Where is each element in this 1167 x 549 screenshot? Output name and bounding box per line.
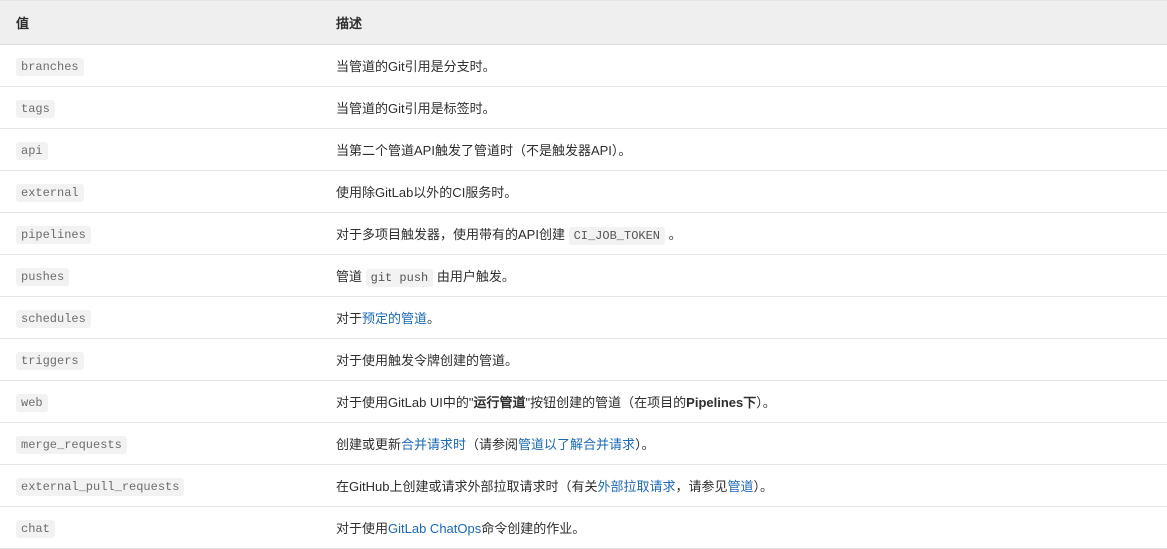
description-cell: 对于使用触发令牌创建的管道。 xyxy=(320,339,1167,381)
bold-text: 运行管道 xyxy=(474,395,526,410)
doc-link[interactable]: 预定的管道 xyxy=(362,311,427,326)
inline-code: git push xyxy=(366,269,434,287)
text-span: 当管道的Git引用是标签时。 xyxy=(336,101,496,116)
table-header-row: 值 描述 xyxy=(0,1,1167,45)
doc-link[interactable]: 管道以了解合并请求 xyxy=(518,437,635,452)
value-cell: external_pull_requests xyxy=(0,465,320,507)
text-span: 对于使用触发令牌创建的管道。 xyxy=(336,353,518,368)
text-span: 对于使用 xyxy=(336,521,388,536)
description-cell: 管道 git push 由用户触发。 xyxy=(320,255,1167,297)
value-code: tags xyxy=(16,100,55,118)
description-cell: 创建或更新合并请求时（请参阅管道以了解合并请求）。 xyxy=(320,423,1167,465)
value-code: external xyxy=(16,184,84,202)
description-cell: 对于使用GitLab ChatOps命令创建的作业。 xyxy=(320,507,1167,549)
value-code: web xyxy=(16,394,48,412)
table-row: merge_requests 创建或更新合并请求时（请参阅管道以了解合并请求）。 xyxy=(0,423,1167,465)
doc-link[interactable]: 外部拉取请求 xyxy=(597,479,675,494)
values-table: 值 描述 branches 当管道的Git引用是分支时。 tags 当管道的Git引用… xyxy=(0,0,1167,549)
inline-code: CI_JOB_TOKEN xyxy=(569,227,665,245)
description-cell: 当管道的Git引用是分支时。 xyxy=(320,45,1167,87)
text-span: 创建或更新 xyxy=(336,437,401,452)
value-cell: merge_requests xyxy=(0,423,320,465)
text-span: ，请参见 xyxy=(675,479,727,494)
table-row: external 使用除GitLab以外的CI服务时。 xyxy=(0,171,1167,213)
text-span: 命令创建的作业。 xyxy=(481,521,585,536)
doc-link[interactable]: GitLab ChatOps xyxy=(388,521,481,536)
description-cell: 对于多项目触发器，使用带有的API创建 CI_JOB_TOKEN 。 xyxy=(320,213,1167,255)
value-code: api xyxy=(16,142,48,160)
text-span: 。 xyxy=(427,311,440,326)
header-value: 值 xyxy=(0,1,320,45)
value-cell: triggers xyxy=(0,339,320,381)
value-code: pipelines xyxy=(16,226,91,244)
description-cell: 在GitHub上创建或请求外部拉取请求时（有关外部拉取请求，请参见管道）。 xyxy=(320,465,1167,507)
value-code: chat xyxy=(16,520,55,538)
value-cell: pushes xyxy=(0,255,320,297)
value-cell: api xyxy=(0,129,320,171)
bold-text: Pipelines下 xyxy=(686,395,756,410)
table-row: web 对于使用GitLab UI中的"运行管道"按钮创建的管道（在项目的Pipe… xyxy=(0,381,1167,423)
value-cell: branches xyxy=(0,45,320,87)
text-span: （请参阅 xyxy=(466,437,518,452)
table-row: pipelines 对于多项目触发器，使用带有的API创建 CI_JOB_TOKE… xyxy=(0,213,1167,255)
table-row: api 当第二个管道API触发了管道时（不是触发器API）。 xyxy=(0,129,1167,171)
text-span: 使用除GitLab以外的CI服务时。 xyxy=(336,185,517,200)
text-span: 当管道的Git引用是分支时。 xyxy=(336,59,496,74)
text-span: 。 xyxy=(665,227,682,242)
value-code: external_pull_requests xyxy=(16,478,184,496)
table-row: tags 当管道的Git引用是标签时。 xyxy=(0,87,1167,129)
table-row: chat 对于使用GitLab ChatOps命令创建的作业。 xyxy=(0,507,1167,549)
description-cell: 当管道的Git引用是标签时。 xyxy=(320,87,1167,129)
value-code: merge_requests xyxy=(16,436,127,454)
value-cell: pipelines xyxy=(0,213,320,255)
text-span: 对于使用GitLab UI中的" xyxy=(336,395,474,410)
table-row: external_pull_requests 在GitHub上创建或请求外部拉取请… xyxy=(0,465,1167,507)
value-cell: schedules xyxy=(0,297,320,339)
value-code: schedules xyxy=(16,310,91,328)
text-span: 由用户触发。 xyxy=(433,269,515,284)
text-span: 对于多项目触发器，使用带有的API创建 xyxy=(336,227,569,242)
table-row: triggers 对于使用触发令牌创建的管道。 xyxy=(0,339,1167,381)
description-cell: 对于预定的管道。 xyxy=(320,297,1167,339)
text-span: "按钮创建的管道（在项目的 xyxy=(526,395,687,410)
text-span: 当第二个管道API触发了管道时（不是触发器API）。 xyxy=(336,143,631,158)
text-span: ）。 xyxy=(754,479,774,494)
header-description: 描述 xyxy=(320,1,1167,45)
value-code: branches xyxy=(16,58,84,76)
text-span: ）。 xyxy=(635,437,655,452)
value-cell: chat xyxy=(0,507,320,549)
value-code: triggers xyxy=(16,352,84,370)
value-cell: external xyxy=(0,171,320,213)
description-cell: 当第二个管道API触发了管道时（不是触发器API）。 xyxy=(320,129,1167,171)
text-span: 在GitHub上创建或请求外部拉取请求时（有关 xyxy=(336,479,597,494)
text-span: ）。 xyxy=(756,395,776,410)
text-span: 管道 xyxy=(336,269,366,284)
table-row: schedules 对于预定的管道。 xyxy=(0,297,1167,339)
table-row: branches 当管道的Git引用是分支时。 xyxy=(0,45,1167,87)
doc-link[interactable]: 管道 xyxy=(728,479,754,494)
text-span: 对于 xyxy=(336,311,362,326)
description-cell: 对于使用GitLab UI中的"运行管道"按钮创建的管道（在项目的Pipelin… xyxy=(320,381,1167,423)
description-cell: 使用除GitLab以外的CI服务时。 xyxy=(320,171,1167,213)
value-code: pushes xyxy=(16,268,69,286)
value-cell: web xyxy=(0,381,320,423)
table-row: pushes 管道 git push 由用户触发。 xyxy=(0,255,1167,297)
doc-link[interactable]: 合并请求时 xyxy=(401,437,466,452)
value-cell: tags xyxy=(0,87,320,129)
